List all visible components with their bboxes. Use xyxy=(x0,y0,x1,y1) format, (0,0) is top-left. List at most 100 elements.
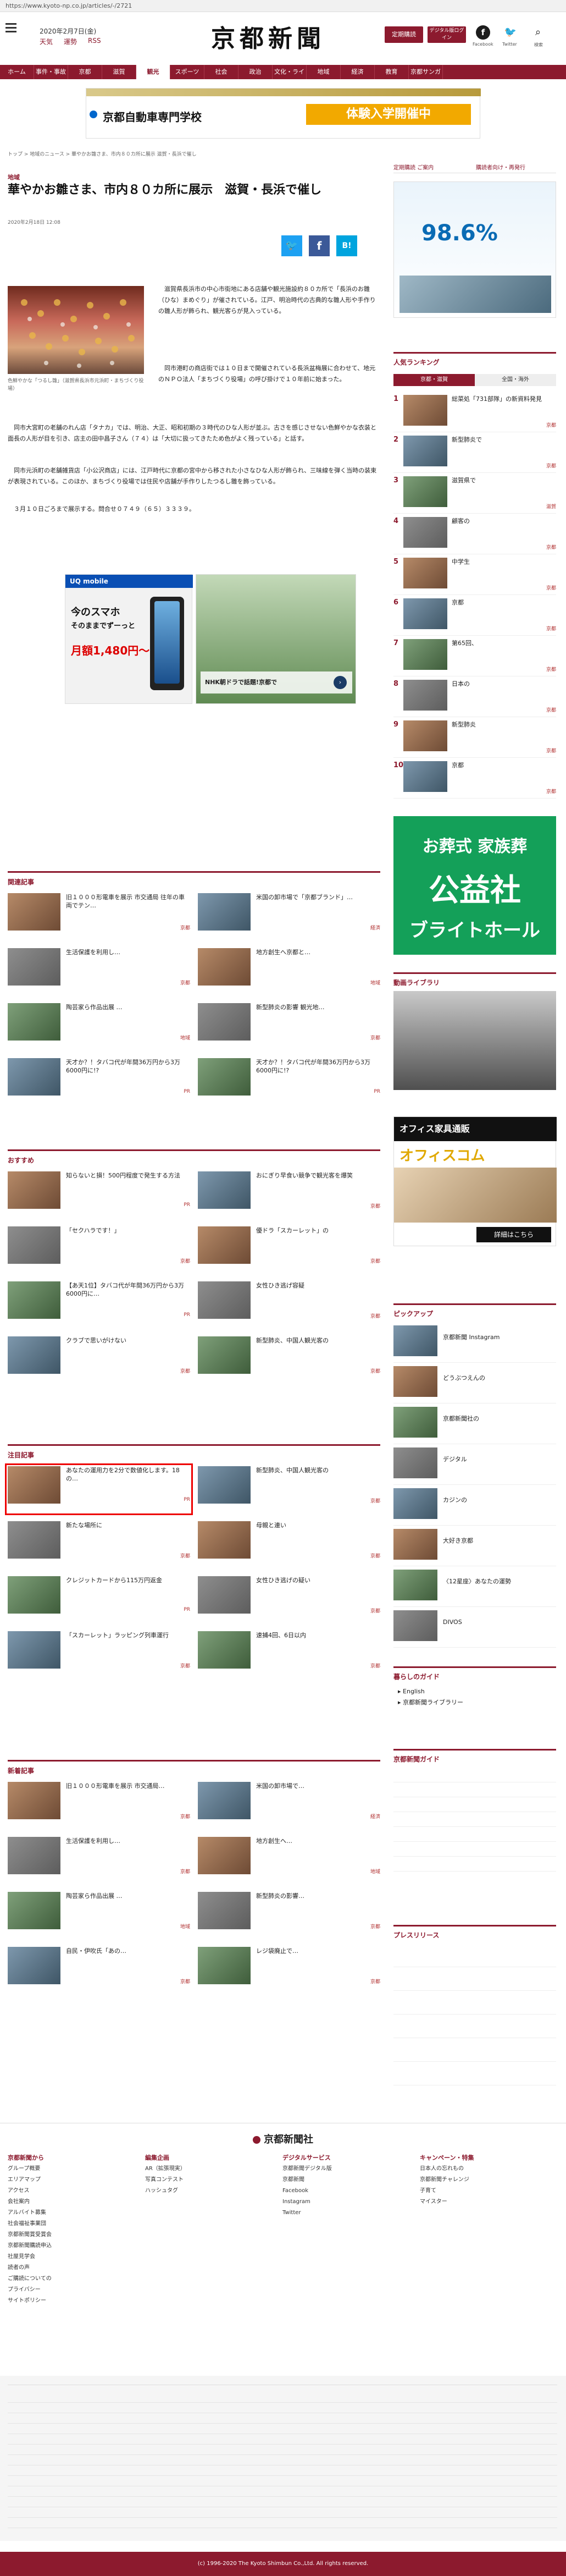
ranking-item[interactable]: 3 滋賀県で 滋賀 xyxy=(393,473,556,514)
menu-icon[interactable] xyxy=(5,23,16,33)
article-thumbnail[interactable] xyxy=(198,948,251,986)
article-card-title[interactable]: 新型肺炎の影響 観光地… xyxy=(256,1003,380,1030)
article-card-title[interactable]: 陶芸家ら作品出展 … xyxy=(66,1892,190,1918)
article-card-title[interactable]: 生活保護を利用し… xyxy=(66,948,190,975)
article-thumbnail[interactable] xyxy=(8,1226,60,1264)
article-thumbnail[interactable] xyxy=(198,1058,251,1096)
footer-link[interactable]: 京都新聞賞受賞会 xyxy=(8,2230,140,2241)
article-thumbnail[interactable] xyxy=(198,1631,251,1669)
article-thumbnail[interactable] xyxy=(198,1281,251,1319)
weather-link[interactable]: 天気 xyxy=(40,37,53,46)
article-card-title[interactable]: おにぎり早食い競争で観光客を爆笑 xyxy=(256,1171,380,1198)
article-card[interactable]: 速捕4回、6日以内 京都 xyxy=(198,1631,380,1677)
article-thumbnail[interactable] xyxy=(8,1058,60,1096)
article-card-title[interactable]: 女性ひき逃げ容疑 xyxy=(256,1281,380,1308)
article-thumbnail[interactable] xyxy=(198,1226,251,1264)
breadcrumb[interactable]: トップ > 地域のニュース > 華やかお雛さま、市内８０カ所に展示 滋賀・長浜で… xyxy=(8,151,387,158)
article-thumbnail[interactable] xyxy=(8,948,60,986)
ranking-thumbnail[interactable] xyxy=(403,639,447,670)
article-card[interactable]: 地方創生へ京都と… 地域 xyxy=(198,948,380,994)
article-card-title[interactable]: クラブで思いがけない xyxy=(66,1336,190,1363)
nav-item[interactable]: 滋賀 xyxy=(102,65,136,79)
nav-item[interactable]: 地域 xyxy=(307,65,341,79)
digital-login-button[interactable]: デジタル版ログイン xyxy=(428,26,466,43)
footer-link[interactable]: エリアマップ xyxy=(8,2175,140,2186)
footer-link[interactable]: アルバイト募集 xyxy=(8,2208,140,2219)
pickup-item[interactable]: どうぶつえんの xyxy=(393,1363,556,1403)
pickup-title[interactable]: カジンの xyxy=(443,1496,556,1504)
footer-link[interactable]: サイトポリシー xyxy=(8,2296,140,2307)
article-card[interactable]: 「スカーレット」ラッピング列車運行 京都 xyxy=(8,1631,190,1677)
article-thumbnail[interactable] xyxy=(8,1003,60,1041)
article-card-title[interactable]: 地方創生へ京都と… xyxy=(256,948,380,975)
uq-mobile-ad[interactable]: UQ mobile 今のスマホ そのままでずーっと 月額1,480円〜 xyxy=(65,574,193,704)
article-card[interactable]: 生活保護を利用し… 京都 xyxy=(8,948,190,994)
nav-item[interactable]: 社会 xyxy=(204,65,238,79)
ranking-title[interactable]: 新型肺炎で xyxy=(452,436,556,460)
horoscope-link[interactable]: 運勢 xyxy=(64,37,77,46)
ranking-thumbnail[interactable] xyxy=(403,558,447,588)
pickup-item[interactable]: カジンの xyxy=(393,1485,556,1526)
article-thumbnail[interactable] xyxy=(8,1782,60,1819)
ranking-item[interactable]: 8 日本の 京都 xyxy=(393,676,556,717)
footer-link[interactable]: 子育て xyxy=(420,2186,552,2197)
ranking-title[interactable]: 京都 xyxy=(452,761,556,785)
footer-link[interactable]: 日本人の忘れもの xyxy=(420,2164,552,2175)
ranking-item[interactable]: 1 総菜処「731部隊」の新資料発見 京都 xyxy=(393,392,556,432)
article-card[interactable]: 天才か？！タバコ代が年間36万円から3万6000円に!? PR xyxy=(198,1058,380,1104)
footer-link[interactable]: 京都新聞 xyxy=(282,2175,414,2186)
sidebar-ad-rate[interactable]: 98.6% xyxy=(393,181,556,318)
pickup-thumbnail[interactable] xyxy=(393,1570,437,1600)
article-card-title[interactable]: 【あ天1位】タバコ代が年間36万円から3万6000円に… xyxy=(66,1281,190,1308)
footer-logo[interactable]: 京都新聞社 xyxy=(0,2132,566,2146)
nhk-ad[interactable]: NHK朝ドラで話題!京都で › xyxy=(196,574,356,704)
pickup-thumbnail[interactable] xyxy=(393,1610,437,1641)
ranking-item[interactable]: 4 顧客の 京都 xyxy=(393,514,556,554)
search-icon[interactable]: ⌕ xyxy=(531,25,545,40)
article-thumbnail[interactable] xyxy=(198,1782,251,1819)
article-thumbnail[interactable] xyxy=(198,1003,251,1041)
article-card-title[interactable]: あなたの運用力を2分で数値化します。18の… xyxy=(66,1466,190,1493)
nav-item[interactable]: 経済 xyxy=(341,65,375,79)
ranking-item[interactable]: 2 新型肺炎で 京都 xyxy=(393,432,556,473)
pickup-title[interactable]: どうぶつえんの xyxy=(443,1374,556,1382)
article-card[interactable]: 新たな場所に 京都 xyxy=(8,1521,190,1567)
pickup-title[interactable]: 京都新聞 Instagram xyxy=(443,1333,556,1341)
article-card[interactable]: おにぎり早食い競争で観光客を爆笑 京都 xyxy=(198,1171,380,1218)
article-thumbnail[interactable] xyxy=(8,1281,60,1319)
article-card-title[interactable]: 新たな場所に xyxy=(66,1521,190,1548)
ranking-thumbnail[interactable] xyxy=(403,598,447,629)
kurashi-link-library[interactable]: ▸ 京都新聞ライブラリー xyxy=(398,1698,463,1707)
article-thumbnail[interactable] xyxy=(198,1466,251,1504)
nav-item[interactable]: 事件・事故 xyxy=(34,65,68,79)
ranking-thumbnail[interactable] xyxy=(403,517,447,548)
article-card-title[interactable]: 陶芸家ら作品出展 … xyxy=(66,1003,190,1030)
article-card[interactable]: 生活保護を利用し… 京都 xyxy=(8,1837,190,1883)
article-card-title[interactable]: 新型肺炎の影響… xyxy=(256,1892,380,1918)
office-cta-button[interactable]: 詳細はこちら xyxy=(476,1227,551,1242)
article-card[interactable]: クレジットカードから115万円返金 PR xyxy=(8,1576,190,1622)
article-card[interactable]: 新型肺炎、中国人観光客の 京都 xyxy=(198,1466,380,1512)
article-card-title[interactable]: 「スカーレット」ラッピング列車運行 xyxy=(66,1631,190,1658)
ranking-thumbnail[interactable] xyxy=(403,761,447,792)
ranking-item[interactable]: 6 京都 京都 xyxy=(393,595,556,636)
article-card[interactable]: レジ袋廃止で… 京都 xyxy=(198,1947,380,1993)
press-list[interactable] xyxy=(393,1944,556,2087)
article-thumbnail[interactable] xyxy=(198,1892,251,1929)
kurashi-link-english[interactable]: ▸ English xyxy=(398,1687,425,1696)
pickup-thumbnail[interactable] xyxy=(393,1325,437,1356)
footer-link[interactable]: グループ概要 xyxy=(8,2164,140,2175)
article-card-title[interactable]: 速捕4回、6日以内 xyxy=(256,1631,380,1658)
footer-link[interactable]: 読者の声 xyxy=(8,2263,140,2274)
pickup-item[interactable]: 大好き京都 xyxy=(393,1526,556,1566)
office-ad[interactable]: オフィス家具通販 オフィスコム 詳細はこちら xyxy=(393,1116,557,1246)
article-category[interactable]: 地域 xyxy=(8,173,20,181)
ranking-thumbnail[interactable] xyxy=(403,395,447,426)
article-thumbnail[interactable] xyxy=(8,893,60,931)
article-card-title[interactable]: 米国の卸市場で… xyxy=(256,1782,380,1808)
footer-link[interactable]: Twitter xyxy=(282,2208,414,2219)
article-card[interactable]: 女性ひき逃げ容疑 京都 xyxy=(198,1281,380,1328)
pickup-item[interactable]: デジタル xyxy=(393,1444,556,1485)
article-card[interactable]: 女性ひき逃げの疑い 京都 xyxy=(198,1576,380,1622)
article-card[interactable]: 「セクハラです！」 京都 xyxy=(8,1226,190,1273)
